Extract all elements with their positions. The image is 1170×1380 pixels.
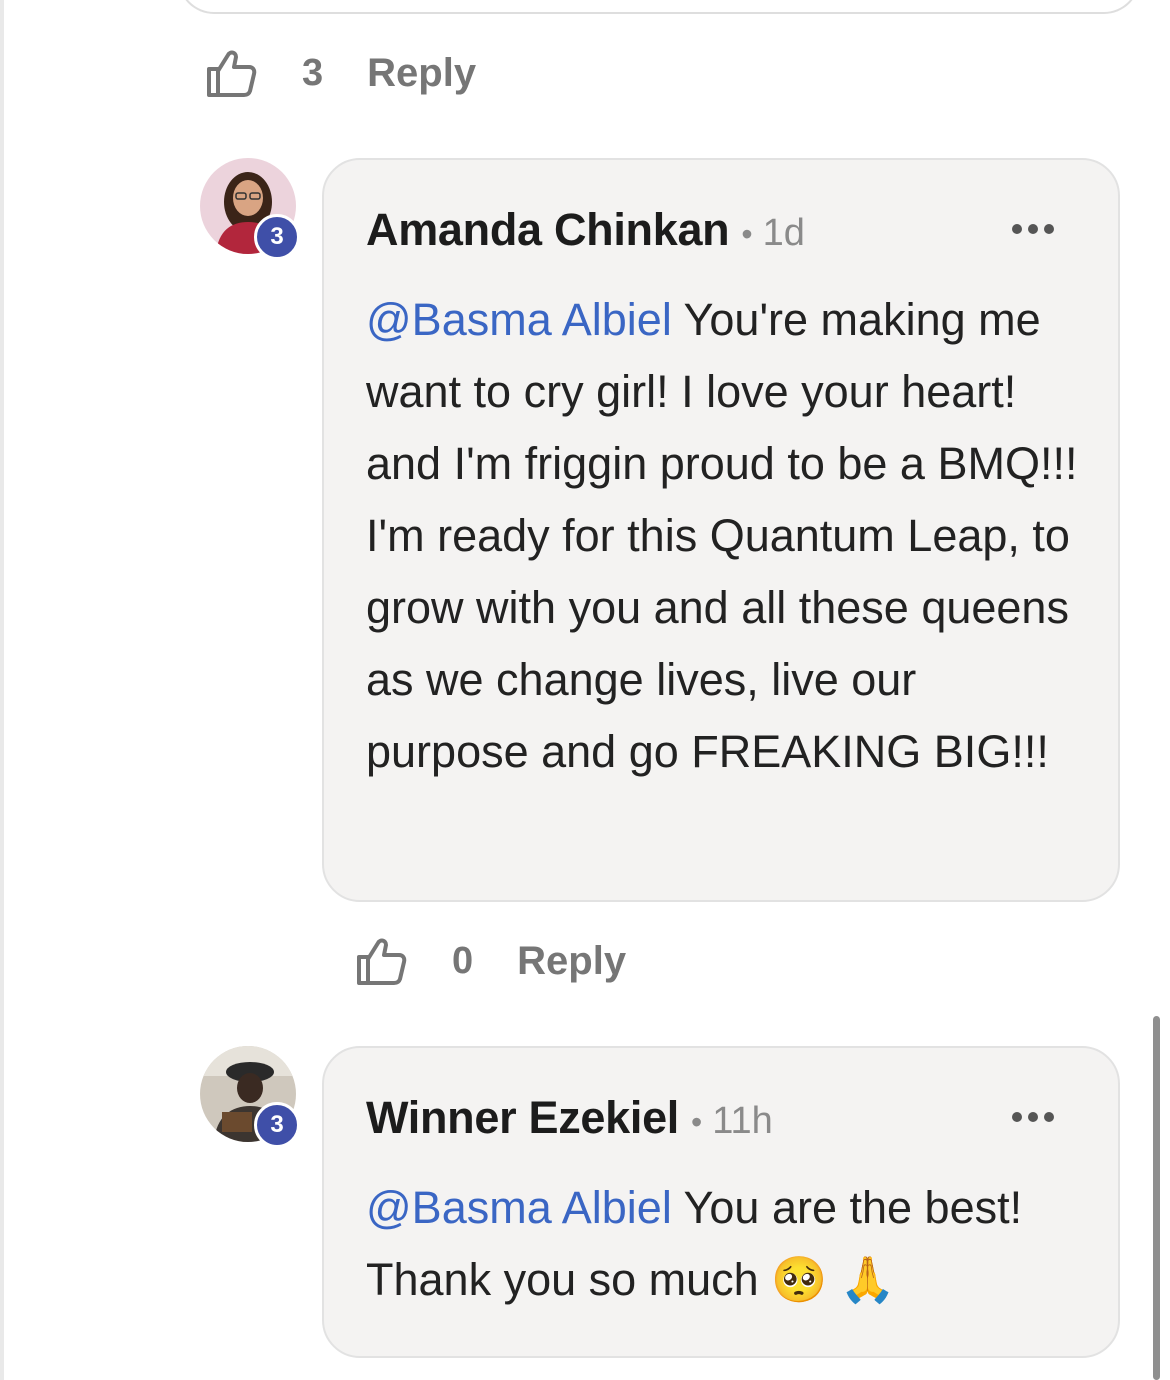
more-dots-icon[interactable] <box>1008 214 1058 244</box>
comment-text: @Basma Albiel You're making me want to c… <box>366 284 1078 788</box>
like-count: 3 <box>302 51 324 94</box>
comment-author[interactable]: Winner Ezekiel <box>366 1092 679 1144</box>
comment-avatar[interactable]: 3 <box>200 1046 300 1148</box>
comment-body: You're making me want to cry girl! I lov… <box>366 294 1078 777</box>
reply-button[interactable]: Reply <box>517 939 626 984</box>
mention-link[interactable]: @Basma Albiel <box>366 1182 672 1233</box>
rank-badge: 3 <box>254 214 300 260</box>
mention-link[interactable]: @Basma Albiel <box>366 294 672 345</box>
left-divider <box>0 0 4 1380</box>
comment-header: Winner Ezekiel • 11h <box>366 1092 1078 1144</box>
meta-separator: • <box>691 1104 703 1140</box>
like-count: 0 <box>452 939 474 982</box>
thumbs-up-icon[interactable] <box>204 46 258 100</box>
comment-bubble: Amanda Chinkan • 1d @Basma Albiel You're… <box>322 158 1120 902</box>
comment-header: Amanda Chinkan • 1d <box>366 204 1078 256</box>
previous-comment-actions: 3 Reply <box>204 46 476 100</box>
rank-badge: 3 <box>254 1102 300 1148</box>
reply-button[interactable]: Reply <box>367 51 476 96</box>
comment-timestamp: 1d <box>762 212 805 254</box>
comment-actions: 0 Reply <box>354 934 626 988</box>
thumbs-up-icon[interactable] <box>354 934 408 988</box>
scrollbar[interactable] <box>1153 1016 1160 1380</box>
comment-author[interactable]: Amanda Chinkan <box>366 204 730 256</box>
comment-avatar[interactable]: 3 <box>200 158 300 260</box>
comment-text: @Basma Albiel You are the best! Thank yo… <box>366 1172 1078 1316</box>
more-dots-icon[interactable] <box>1008 1102 1058 1132</box>
meta-separator: • <box>741 216 753 252</box>
comment-timestamp: 11h <box>712 1100 773 1142</box>
previous-comment-bubble <box>178 0 1140 14</box>
comment-bubble: Winner Ezekiel • 11h @Basma Albiel You a… <box>322 1046 1120 1358</box>
